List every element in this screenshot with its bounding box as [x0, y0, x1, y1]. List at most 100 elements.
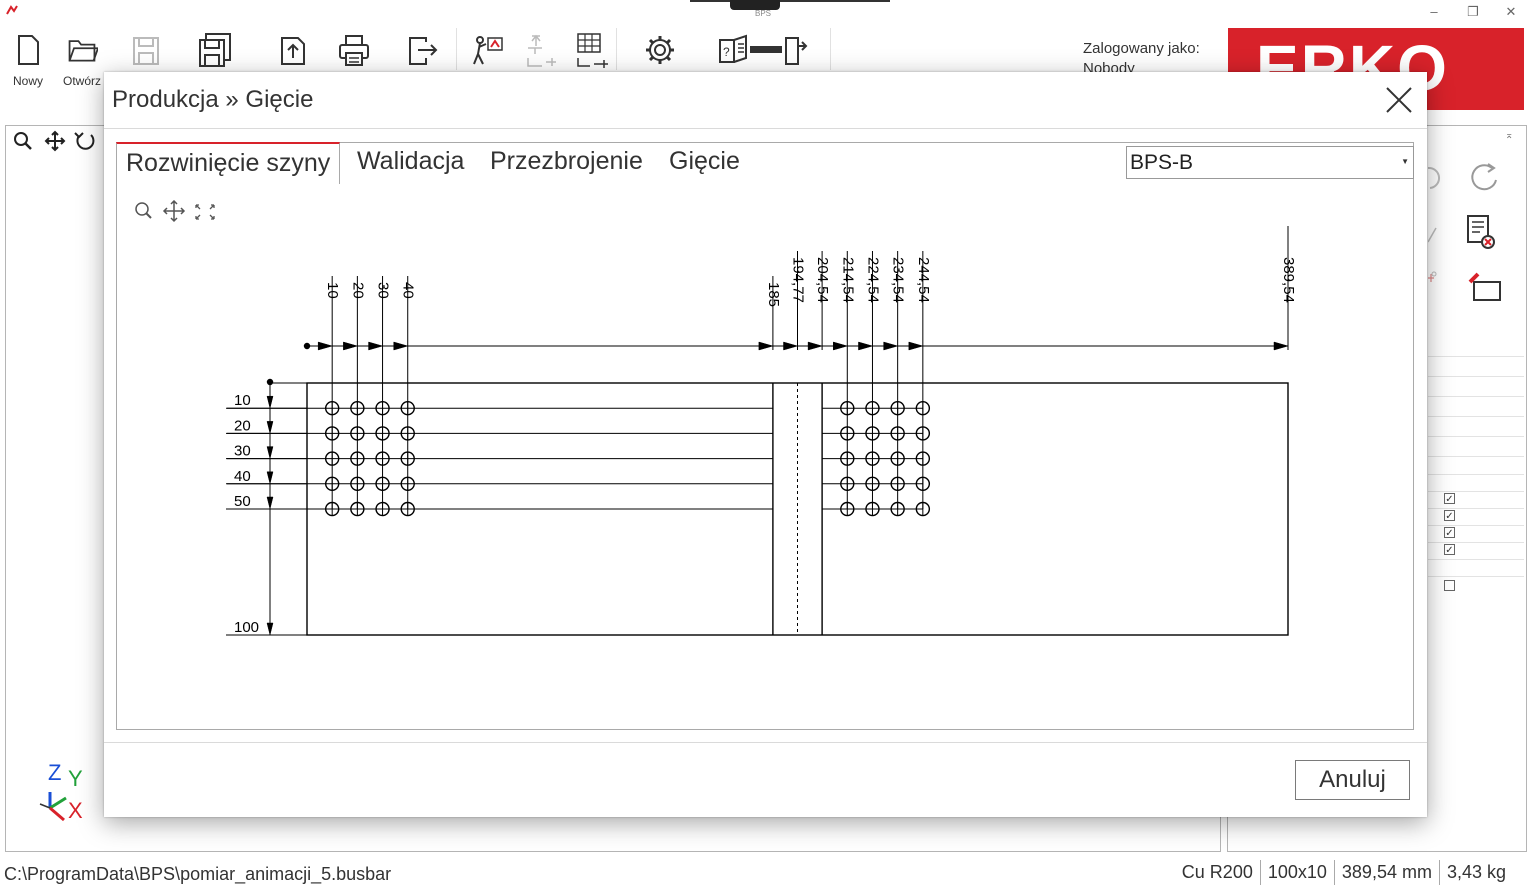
panel-row-divider	[1428, 436, 1524, 437]
toolbar-separator	[830, 28, 831, 70]
panel-row-divider	[1428, 542, 1524, 543]
panel-row-divider	[1428, 559, 1524, 560]
dimension-arrow	[266, 622, 274, 636]
dimension-arrow	[758, 341, 774, 351]
panel-row-divider	[1428, 396, 1524, 397]
save-icon	[133, 37, 159, 65]
undo-icon[interactable]	[1428, 166, 1440, 189]
status-section: 100x10	[1259, 860, 1334, 885]
dimension-arrow	[266, 496, 274, 510]
production-dialog: Produkcja » Gięcie Rozwinięcie szyny Wal…	[104, 72, 1427, 817]
y-dimension-label: 10	[234, 392, 251, 409]
y-dimension-label: 40	[234, 468, 251, 485]
toolbar-separator	[456, 28, 457, 70]
status-length: 389,54 mm	[1333, 860, 1439, 885]
magnify-icon[interactable]	[14, 132, 32, 150]
dimension-icon[interactable]	[1428, 271, 1437, 282]
panel-row-divider	[1428, 508, 1524, 509]
panel-row-divider	[1428, 576, 1524, 577]
axis-gizmo: Z Y X	[36, 760, 96, 830]
x-dimension-label: 389,54	[1280, 257, 1297, 303]
panel-checkbox[interactable]: ✓	[1444, 527, 1455, 539]
y-dimension-origin	[266, 378, 274, 386]
dimension-arrow	[393, 341, 409, 351]
x-dimension-label: 10	[324, 282, 341, 299]
toolbar-separator	[616, 28, 617, 70]
y-dimension-label: 30	[234, 443, 251, 460]
x-dimension-label: 224,54	[864, 257, 881, 303]
pin-icon[interactable]: ⌅	[1505, 130, 1513, 141]
x-dimension-label: 244,54	[915, 257, 932, 303]
status-material: Cu R200	[1181, 862, 1253, 882]
panel-row-divider	[1428, 376, 1524, 377]
x-dimension-label: 194,77	[790, 257, 807, 303]
angle-icon[interactable]	[1428, 227, 1437, 243]
close-window-button[interactable]: ✕	[1501, 4, 1521, 20]
panel-row-divider	[1428, 456, 1524, 457]
y-dimension-label: 100	[234, 619, 259, 636]
report-icon[interactable]	[1467, 215, 1495, 249]
print-icon	[339, 35, 369, 66]
new-document-icon	[18, 35, 39, 65]
panel-row-divider	[1428, 356, 1524, 357]
minimize-button[interactable]: –	[1424, 4, 1444, 20]
x-dimension-label: 234,54	[890, 257, 907, 303]
panel-row-divider	[1428, 474, 1524, 475]
production-person-icon	[473, 36, 503, 65]
dialog-divider	[104, 742, 1427, 743]
panel-row-divider	[1428, 525, 1524, 526]
manual-door-icon: ?	[719, 34, 808, 65]
panel-checkbox[interactable]: ✓	[1444, 493, 1455, 505]
dimension-arrow	[343, 341, 359, 351]
login-label: Zalogowany jako:	[1083, 40, 1200, 57]
x-dimension-label: 30	[375, 282, 392, 299]
rotate-icon[interactable]	[74, 132, 95, 150]
x-dimension-label: 40	[400, 282, 417, 299]
toolbar-open-label: Otwórz	[62, 74, 101, 88]
y-dimension-label: 20	[234, 417, 251, 434]
dimension-arrow	[807, 341, 824, 351]
panel-checkbox[interactable]: ✓	[1444, 510, 1455, 522]
x-dimension-label: 204,54	[814, 257, 831, 303]
status-info: Cu R200 100x10 389,54 mm 3,43 kg	[1175, 860, 1513, 885]
dimension-arrow	[266, 471, 274, 484]
cancel-button[interactable]: Anuluj	[1295, 760, 1410, 800]
window-top-strip	[690, 0, 890, 2]
axis-z-label: Z	[48, 760, 61, 785]
save-as-icon	[199, 33, 231, 67]
panel-row-divider	[1428, 491, 1524, 492]
toolbar-new-label: Nowy	[12, 74, 43, 88]
dimension-arrow	[783, 341, 799, 351]
open-folder-icon	[68, 40, 98, 62]
y-dimension-label: 50	[234, 493, 251, 510]
dimension-arrow	[266, 395, 274, 409]
dimension-arrow	[858, 341, 874, 351]
x-dimension-label: 20	[349, 282, 366, 299]
status-weight: 3,43 kg	[1438, 860, 1513, 885]
app-logo-icon	[6, 5, 18, 15]
viewport-toolbar	[13, 130, 103, 159]
settings-gear-icon	[646, 36, 674, 64]
toolbar-new-button[interactable]: Nowy	[6, 30, 50, 90]
x-dimension-label: 214,54	[839, 257, 856, 303]
dimension-arrow	[266, 421, 274, 434]
dimension-arrow	[908, 341, 924, 351]
panel-tools	[1428, 163, 1501, 301]
panel-row-divider	[1428, 416, 1524, 417]
panel-checkbox[interactable]: ✓	[1444, 544, 1455, 556]
toolbar-open-button[interactable]: Otwórz	[60, 30, 104, 90]
table-machine-icon	[577, 33, 608, 68]
upload-machine-icon	[527, 34, 556, 67]
dimension-arrow	[833, 341, 849, 351]
status-file-path: C:\ProgramData\BPS\pomiar_animacji_5.bus…	[4, 864, 392, 884]
pan-icon[interactable]	[44, 130, 66, 152]
restore-button[interactable]: ❐	[1463, 4, 1483, 20]
dimension-arrow	[368, 341, 384, 351]
redo-icon[interactable]	[1471, 163, 1497, 191]
panel-checkbox[interactable]	[1444, 580, 1455, 591]
x-dimension-label: 185	[765, 282, 782, 307]
bar-shape-icon[interactable]	[1468, 272, 1501, 301]
dimension-arrow	[883, 341, 899, 351]
bar-unfold-drawing[interactable]: 10 20 30 40 185 194,77 204,54 214,54 224,54 234,5…	[104, 72, 1427, 672]
axis-x-label: X	[68, 798, 83, 823]
